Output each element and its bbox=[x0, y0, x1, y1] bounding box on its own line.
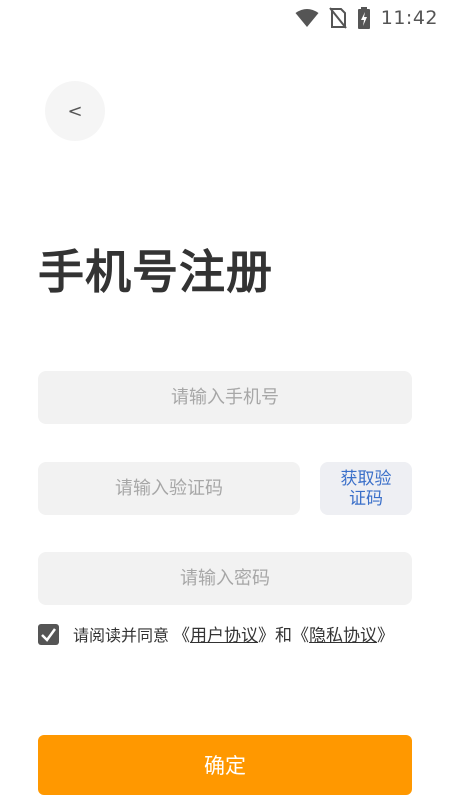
user-agreement-link[interactable]: 用户协议 bbox=[190, 626, 258, 646]
confirm-button[interactable]: 确定 bbox=[38, 735, 412, 795]
and-text: 和 bbox=[275, 626, 293, 646]
register-screen: 11:42 < 手机号注册 获取验证码 请阅读并同意《用户协议》和《隐私协议》 … bbox=[0, 0, 450, 799]
no-sim-icon bbox=[328, 7, 347, 29]
agreement-row: 请阅读并同意 《用户协议》和《隐私协议》 bbox=[38, 620, 418, 652]
quote-open: 《 bbox=[173, 626, 191, 646]
agreement-checkbox[interactable] bbox=[38, 623, 59, 645]
agreement-lead-text: 请阅读并同意 bbox=[73, 626, 170, 645]
privacy-agreement-link[interactable]: 隐私协议 bbox=[309, 626, 377, 646]
quote-close: 》 bbox=[258, 626, 276, 646]
battery-charging-icon bbox=[357, 7, 371, 29]
wifi-icon bbox=[295, 8, 319, 28]
verification-code-input[interactable] bbox=[38, 462, 300, 515]
quote-close: 》 bbox=[377, 626, 395, 646]
back-button[interactable]: < bbox=[45, 81, 105, 141]
check-icon bbox=[41, 627, 57, 642]
status-time: 11:42 bbox=[380, 7, 438, 29]
back-arrow-icon: < bbox=[67, 100, 83, 122]
get-code-button[interactable]: 获取验证码 bbox=[320, 462, 412, 515]
password-input[interactable] bbox=[38, 552, 412, 605]
page-title: 手机号注册 bbox=[38, 245, 273, 299]
status-bar: 11:42 bbox=[0, 0, 450, 36]
quote-open: 《 bbox=[292, 626, 310, 646]
phone-input[interactable] bbox=[38, 371, 412, 424]
